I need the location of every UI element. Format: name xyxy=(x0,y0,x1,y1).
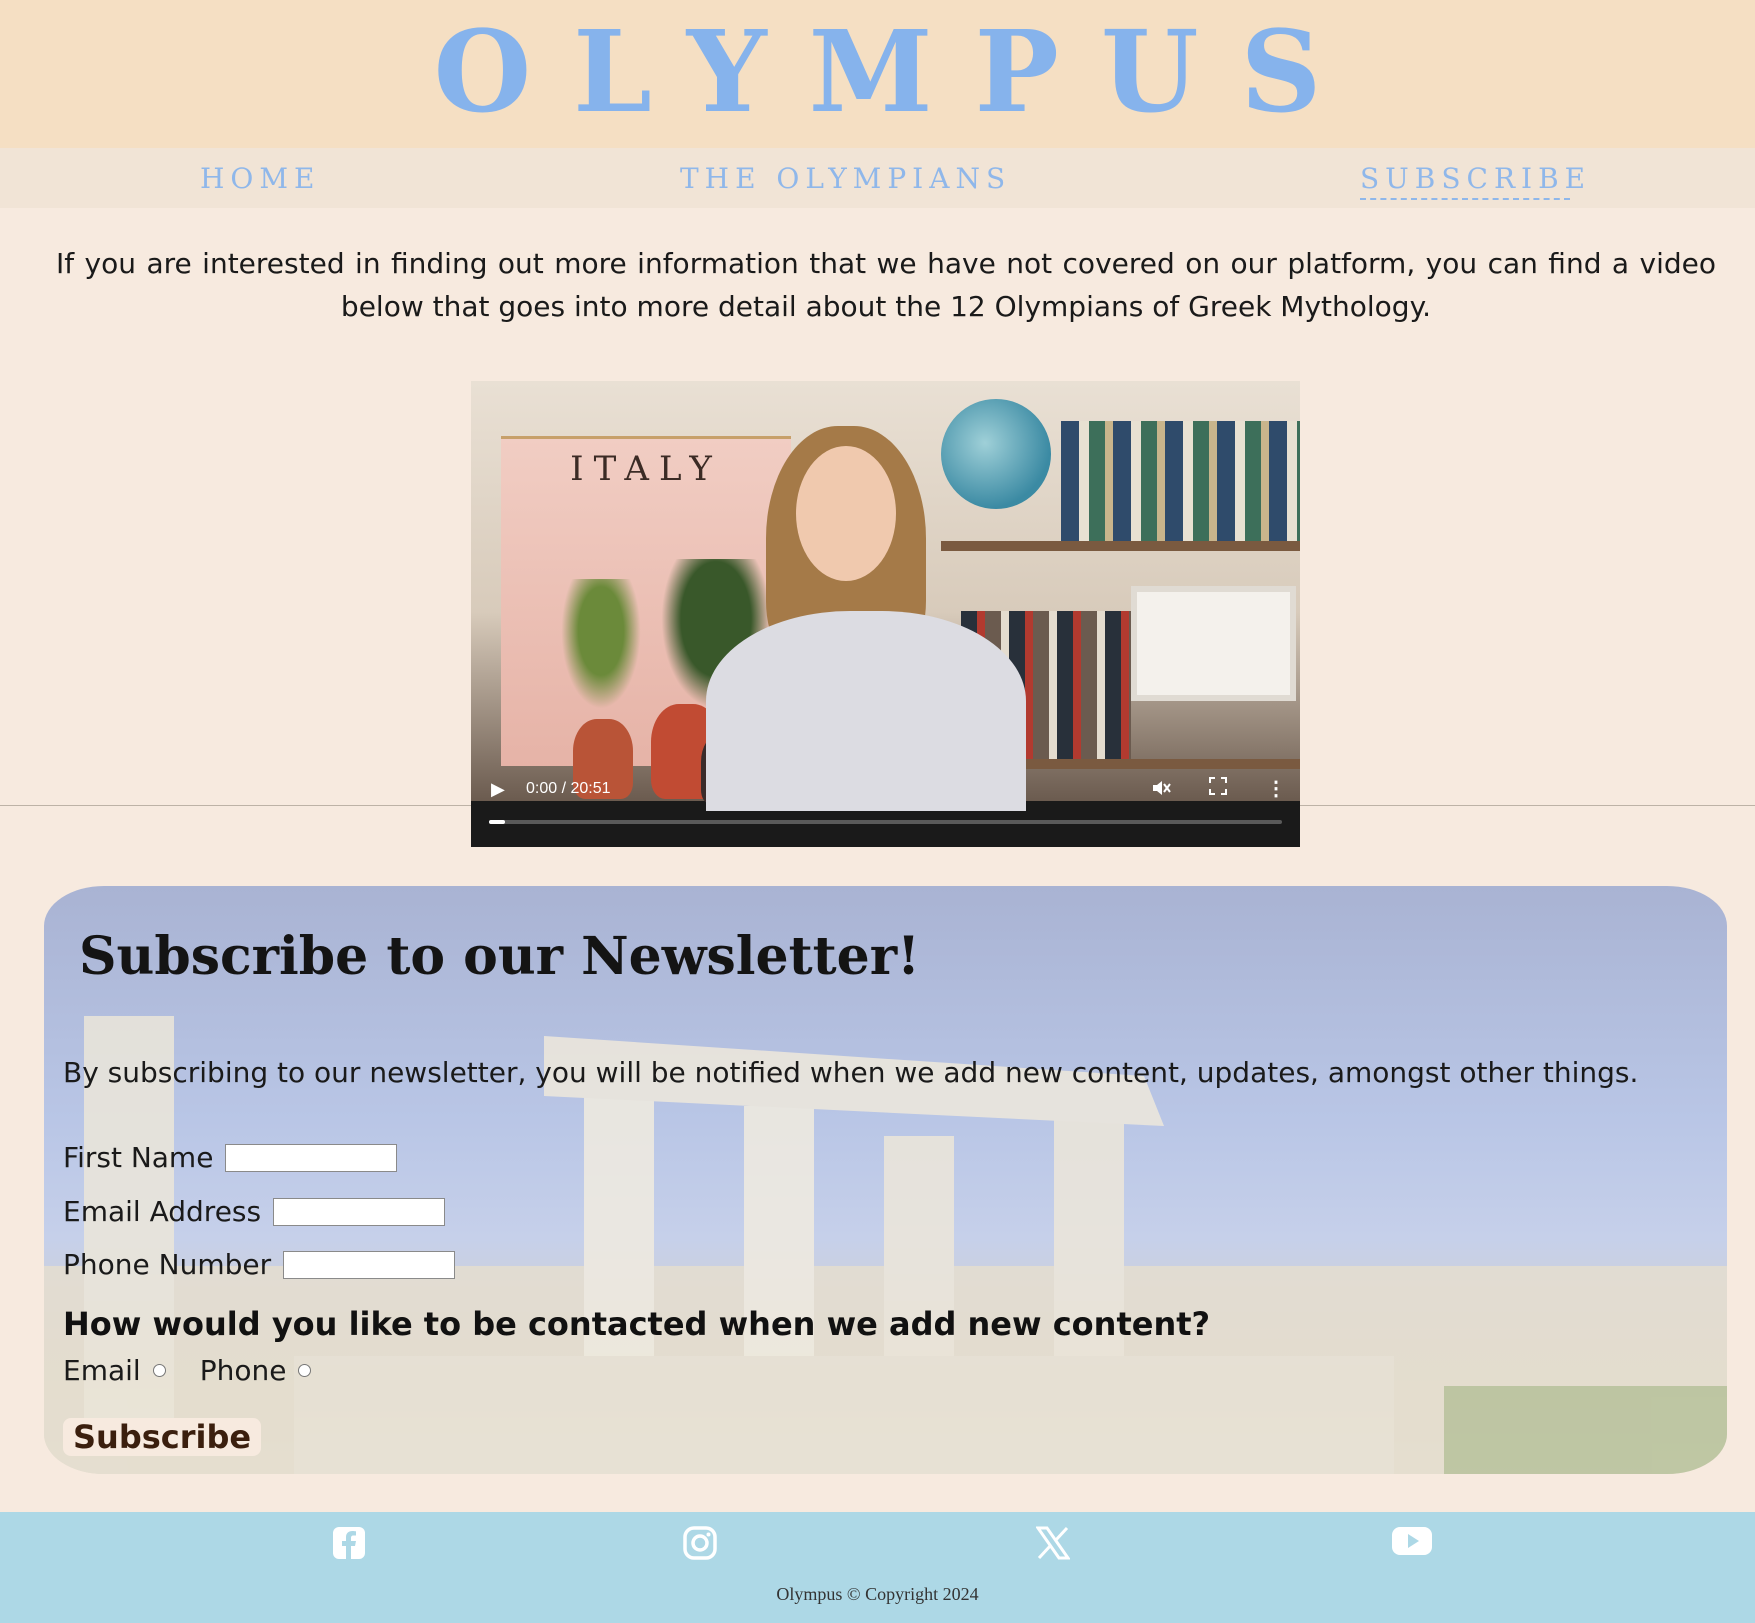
newsletter-title: Subscribe to our Newsletter! xyxy=(79,926,920,987)
phone-row: Phone Number xyxy=(63,1248,456,1281)
email-radio[interactable] xyxy=(152,1364,166,1377)
email-option-label: Email xyxy=(63,1354,141,1387)
main-nav: HOME THE OLYMPIANS SUBSCRIBE xyxy=(0,148,1755,208)
video-controls: ▶ 0:00 / 20:51 ⋮ xyxy=(471,771,1300,811)
video-progress-fill xyxy=(489,820,505,824)
contact-question: How would you like to be contacted when … xyxy=(63,1305,1211,1343)
phone-input[interactable] xyxy=(283,1250,456,1279)
more-vertical-icon[interactable]: ⋮ xyxy=(1266,776,1286,801)
video-picture-frame xyxy=(1131,586,1296,701)
first-name-label: First Name xyxy=(63,1141,214,1174)
copyright-text: Olympus © Copyright 2024 xyxy=(776,1584,979,1604)
video-shelf xyxy=(941,541,1300,551)
video-plant xyxy=(561,579,641,709)
instagram-icon[interactable] xyxy=(683,1526,723,1566)
video-presenter-face xyxy=(796,446,896,581)
video-books xyxy=(1061,421,1300,541)
nav-subscribe-link[interactable]: SUBSCRIBE xyxy=(1360,162,1585,200)
video-progress-bar[interactable] xyxy=(489,820,1282,824)
nav-home-link[interactable]: HOME xyxy=(200,162,320,196)
fullscreen-icon[interactable] xyxy=(1209,777,1227,800)
mute-icon[interactable] xyxy=(1151,778,1171,803)
video-globe xyxy=(941,399,1051,509)
nav-olympians-link[interactable]: THE OLYMPIANS xyxy=(680,162,1005,196)
first-name-row: First Name xyxy=(63,1141,398,1174)
site-title: OLYMPUS xyxy=(433,7,1364,138)
intro-text: If you are interested in finding out mor… xyxy=(56,247,1716,323)
play-icon[interactable]: ▶ xyxy=(491,779,505,800)
newsletter-card: Subscribe to our Newsletter! By subscrib… xyxy=(44,886,1727,1474)
video-banner-text: ITALY xyxy=(570,449,722,489)
youtube-icon[interactable] xyxy=(1392,1526,1432,1566)
video-frame: ITALY xyxy=(471,381,1300,811)
phone-radio[interactable] xyxy=(298,1364,312,1377)
contact-options: Email Phone xyxy=(63,1354,345,1387)
subscribe-button[interactable]: Subscribe xyxy=(63,1418,262,1456)
newsletter-description: By subscribing to our newsletter, you wi… xyxy=(63,1056,1639,1089)
email-input[interactable] xyxy=(273,1197,446,1226)
x-icon[interactable] xyxy=(1035,1526,1076,1566)
site-footer: Olympus © Copyright 2024 xyxy=(0,1512,1755,1623)
email-label: Email Address xyxy=(63,1195,262,1228)
phone-option-label: Phone xyxy=(199,1354,287,1387)
facebook-icon[interactable] xyxy=(332,1526,372,1566)
first-name-input[interactable] xyxy=(225,1143,398,1172)
phone-label: Phone Number xyxy=(63,1248,272,1281)
site-header: OLYMPUS xyxy=(0,0,1755,148)
email-row: Email Address xyxy=(63,1195,446,1228)
video-time: 0:00 / 20:51 xyxy=(526,780,611,797)
video-player[interactable]: ITALY ▶ 0:00 / 20:51 ⋮ xyxy=(471,381,1300,847)
